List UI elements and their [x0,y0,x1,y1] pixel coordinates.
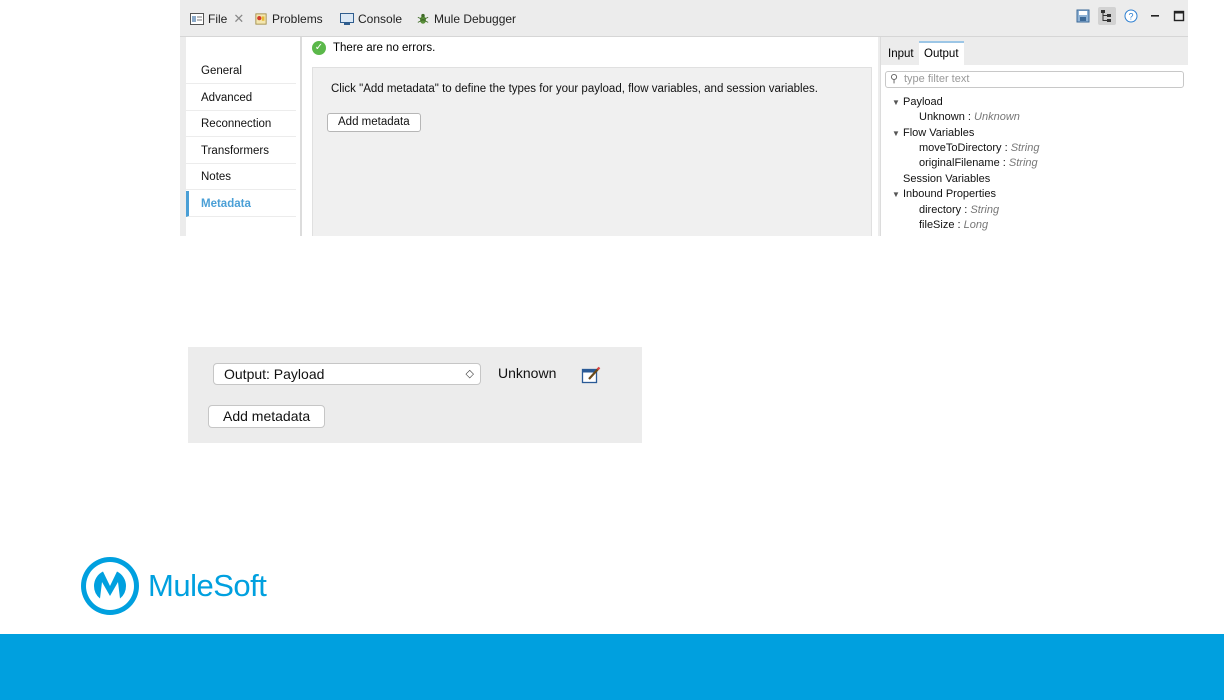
metadata-page: ✓ There are no errors. Click "Add metada… [302,37,878,236]
tree-leaf-name: directory [919,204,962,216]
instruction-text: Click "Add metadata" to define the types… [331,83,818,95]
tab-problems-label: Problems [272,12,323,26]
tree-leaf[interactable]: originalFilename : String [919,157,1038,169]
nav-item-reconnection[interactable]: Reconnection [186,111,296,137]
tab-input[interactable]: Input [883,43,919,65]
tree-node-inbound-properties[interactable]: ▼ Inbound Properties [892,188,996,200]
tree-node-label: Session Variables [903,173,991,185]
close-icon[interactable]: ✕ [233,11,244,27]
tree-leaf-type: String [1008,157,1038,169]
output-select[interactable]: Output: Payload ◇ [213,363,481,385]
minimize-icon[interactable] [1146,7,1164,25]
tree-node-payload[interactable]: ▼ Payload [892,96,943,108]
tab-mule-debugger-label: Mule Debugger [434,12,517,26]
nav-item-notes[interactable]: Notes [186,164,296,190]
tree-leaf[interactable]: moveToDirectory : String [919,142,1039,154]
expand-arrow-icon[interactable]: ▼ [892,98,903,107]
tree-leaf-name: Unknown [919,111,965,123]
tree-node-label: Payload [903,96,943,108]
tree-node-label: Flow Variables [903,127,975,139]
footer-bar [0,634,1224,700]
metadata-panel: Click "Add metadata" to define the types… [312,67,872,236]
add-metadata-button[interactable]: Add metadata [208,405,326,428]
nav-item-advanced[interactable]: Advanced [186,85,296,111]
tree-leaf-name: fileSize [919,219,955,231]
output-select-value: Output: Payload [224,366,325,382]
edit-icon[interactable] [581,365,601,385]
status-line: ✓ There are no errors. [312,41,435,55]
problems-icon [255,13,267,25]
tab-file[interactable]: File ✕ [190,9,244,29]
expand-arrow-icon[interactable]: ▼ [892,129,903,138]
properties-nav: General Advanced Reconnection Transforme… [186,37,303,236]
add-metadata-button[interactable]: Add metadata [327,113,421,132]
save-icon[interactable] [1074,7,1092,25]
tree-leaf-type: String [970,204,1000,216]
metadata-tree-icon[interactable] [1098,7,1116,25]
expand-arrow-icon[interactable]: ▼ [892,190,903,199]
tab-file-label: File [208,12,228,26]
help-icon[interactable]: ? [1122,7,1140,25]
tab-mule-debugger[interactable]: Mule Debugger [416,9,516,29]
tab-console-label: Console [358,12,403,26]
tree-node-label: Inbound Properties [903,188,996,200]
debugger-bug-icon [417,13,429,24]
brand-name: MuleSoft [148,568,267,603]
nav-item-metadata[interactable]: Metadata [186,191,296,217]
console-icon [340,13,354,25]
explorer-tabs: Input Output [881,37,1188,65]
window-controls: ? [1074,6,1188,26]
nav-item-transformers[interactable]: Transformers [186,138,296,164]
status-text: There are no errors. [333,42,436,54]
tree-leaf-name: originalFilename [919,157,1000,169]
select-chevron-icon: ◇ [465,368,474,380]
file-icon [190,13,204,25]
metadata-widget: Output: Payload ◇ Unknown Add metadata [188,347,642,443]
svg-text:?: ? [1128,12,1133,22]
tree-leaf[interactable]: fileSize : Long [919,219,988,231]
tree-leaf-type: Long [963,219,989,231]
tree-leaf-type: String [1010,142,1040,154]
tree-node-flow-variables[interactable]: ▼ Flow Variables [892,127,974,139]
mulesoft-logo: MuleSoft [80,556,267,616]
tree-leaf[interactable]: directory : String [919,204,999,216]
metadata-explorer: Input Output ⚲ type filter text ▼ Payload… [880,37,1188,236]
nav-item-general[interactable]: General [186,58,296,84]
tree-node-session-variables[interactable]: Session Variables [903,173,990,185]
tab-console[interactable]: Console [340,9,402,29]
filter-input[interactable]: ⚲ type filter text [885,71,1184,88]
tree-leaf-name: moveToDirectory [919,142,1002,154]
tab-output[interactable]: Output [919,41,964,65]
mulesoft-logo-icon [81,557,139,615]
mule-properties-editor: File ✕ Problems Console Mule Debugger ? [180,0,1188,236]
view-tab-bar: File ✕ Problems Console Mule Debugger ? [180,0,1188,37]
tree-leaf-type: Unknown [974,111,1020,123]
check-circle-icon: ✓ [312,41,326,55]
metadata-type-label: Unknown [498,365,557,381]
tab-problems[interactable]: Problems [254,9,323,29]
maximize-icon[interactable] [1170,7,1188,25]
search-icon: ⚲ [890,73,899,85]
tree-leaf[interactable]: Unknown : Unknown [919,111,1020,123]
filter-placeholder: type filter text [904,73,970,85]
